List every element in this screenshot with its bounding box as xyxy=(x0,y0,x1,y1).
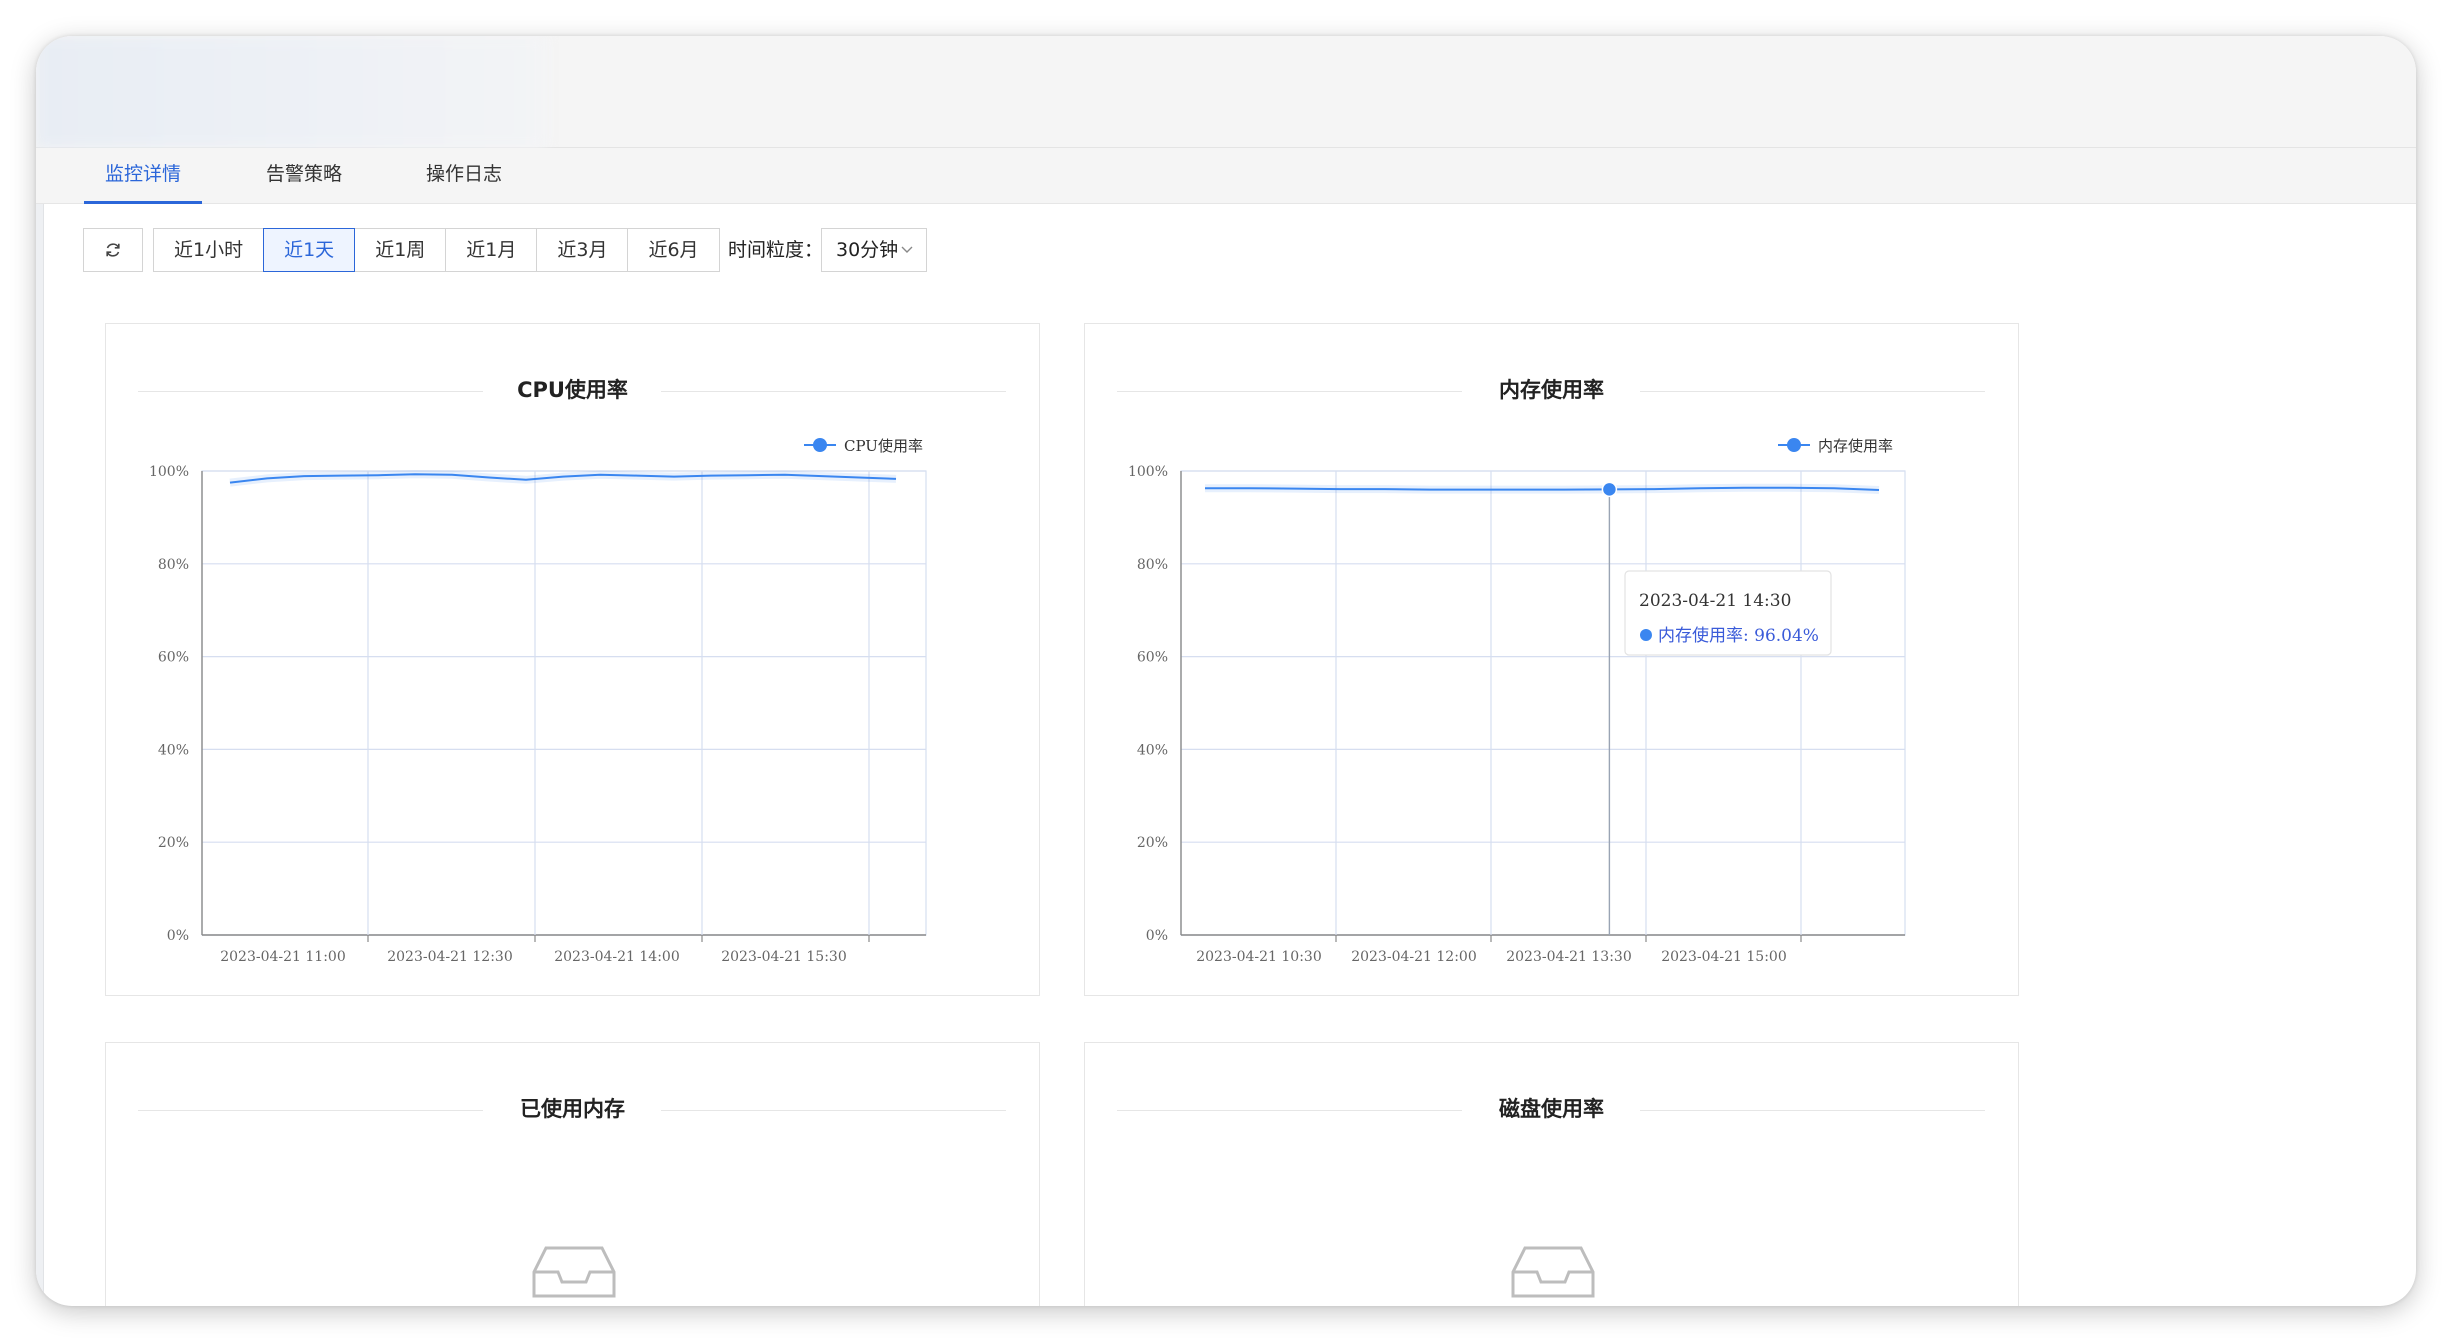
y-tick-label: 100% xyxy=(1128,464,1168,480)
header-bar xyxy=(36,36,2416,148)
granularity-select[interactable]: 30分钟 xyxy=(821,228,927,272)
time-range-group: 近1小时 近1天 近1周 近1月 近3月 近6月 xyxy=(153,228,720,272)
blurred-header-region xyxy=(36,36,546,148)
tab-alarm-policy[interactable]: 告警策略 xyxy=(254,148,354,204)
memory-usage-chart[interactable]: 0% 20% 40% 60% 80% 100% 2023-04-21 10:30 2023-0… xyxy=(1085,324,2020,997)
empty-inbox-icon xyxy=(1511,1246,1595,1298)
legend-label: CPU使用率 xyxy=(844,437,923,455)
disk-usage-panel: 磁盘使用率 xyxy=(1084,1042,2019,1306)
x-tick-label: 2023-04-21 11:00 xyxy=(220,949,346,965)
legend-marker xyxy=(813,438,827,452)
y-tick-label: 60% xyxy=(1137,650,1168,666)
x-tick-label: 2023-04-21 15:00 xyxy=(1661,949,1787,965)
y-tick-label: 20% xyxy=(158,835,189,851)
left-sidebar-edge xyxy=(36,148,44,1306)
x-tick-label: 2023-04-21 13:30 xyxy=(1506,949,1632,965)
memory-usage-panel: 内存使用率 0% 20% 40% 60% 80% 100% 2023-04-21 10:30… xyxy=(1084,323,2019,996)
legend-marker xyxy=(1787,438,1801,452)
y-tick-label: 0% xyxy=(1146,928,1168,944)
y-tick-label: 20% xyxy=(1137,835,1168,851)
y-tick-label: 0% xyxy=(167,928,189,944)
tooltip-time: 2023-04-21 14:30 xyxy=(1639,591,1791,611)
x-tick-label: 2023-04-21 14:00 xyxy=(554,949,680,965)
y-tick-label: 60% xyxy=(158,650,189,666)
range-6-months-button[interactable]: 近6月 xyxy=(627,228,720,272)
refresh-button[interactable] xyxy=(83,228,143,272)
tab-monitor-details[interactable]: 监控详情 xyxy=(84,148,202,204)
y-tick-label: 40% xyxy=(158,742,189,758)
tooltip-value: 内存使用率: 96.04% xyxy=(1658,625,1819,646)
chevron-down-icon xyxy=(900,229,914,288)
cpu-usage-chart[interactable]: 0% 20% 40% 60% 80% 100% 2023-04-21 11:00 2023-0… xyxy=(106,324,1041,997)
y-tick-label: 80% xyxy=(158,557,189,573)
tab-operation-log[interactable]: 操作日志 xyxy=(414,148,514,204)
tooltip-marker xyxy=(1640,629,1652,641)
range-3-months-button[interactable]: 近3月 xyxy=(536,228,629,272)
granularity-value: 30分钟 xyxy=(836,239,899,261)
range-1-day-button[interactable]: 近1天 xyxy=(263,228,356,272)
x-tick-label: 2023-04-21 15:30 xyxy=(721,949,847,965)
range-1-week-button[interactable]: 近1周 xyxy=(354,228,447,272)
refresh-icon xyxy=(106,243,120,257)
panel-title: 已使用内存 xyxy=(520,1097,625,1121)
range-1-month-button[interactable]: 近1月 xyxy=(445,228,538,272)
legend-label: 内存使用率 xyxy=(1818,437,1893,455)
x-tick-label: 2023-04-21 12:30 xyxy=(387,949,513,965)
tooltip: 2023-04-21 14:30 内存使用率: 96.04% xyxy=(1624,570,1832,656)
plot-area xyxy=(1180,470,1906,936)
hover-point xyxy=(1601,481,1618,498)
range-1-hour-button[interactable]: 近1小时 xyxy=(153,228,265,272)
used-memory-panel: 已使用内存 xyxy=(105,1042,1040,1306)
cpu-usage-panel: CPU使用率 0% 20% 40% 60% 80% 100% 2023-04-21 11:0… xyxy=(105,323,1040,996)
plot-area xyxy=(201,470,927,936)
x-tick-label: 2023-04-21 12:00 xyxy=(1351,949,1477,965)
tab-bar: 监控详情 告警策略 操作日志 xyxy=(36,148,2416,204)
panel-title: 磁盘使用率 xyxy=(1499,1097,1604,1121)
y-tick-label: 80% xyxy=(1137,557,1168,573)
toolbar: 近1小时 近1天 近1周 近1月 近3月 近6月 时间粒度： 30分钟 xyxy=(36,204,2416,284)
x-tick-label: 2023-04-21 10:30 xyxy=(1196,949,1322,965)
y-tick-label: 40% xyxy=(1137,742,1168,758)
granularity-label: 时间粒度： xyxy=(728,239,824,261)
app-window: 监控详情 告警策略 操作日志 近1小时 近1天 近1周 近1月 近3月 近6月 … xyxy=(36,36,2416,1306)
y-tick-label: 100% xyxy=(149,464,189,480)
empty-inbox-icon xyxy=(532,1246,616,1298)
